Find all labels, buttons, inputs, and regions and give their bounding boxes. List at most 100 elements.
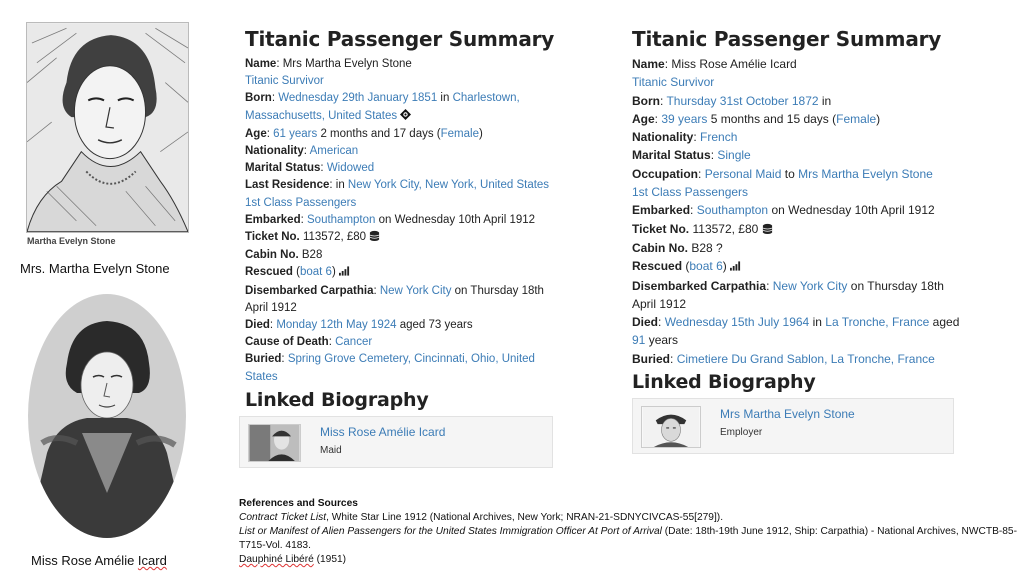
died-place-link[interactable]: La Tronche, France xyxy=(825,315,929,329)
died-label: Died xyxy=(245,319,270,332)
class-row: 1st Class Passengers xyxy=(245,195,555,212)
map-marker-icon[interactable] xyxy=(400,108,412,126)
reference-title: Dauphiné Libéré xyxy=(239,554,314,565)
buried-link[interactable]: Spring Grove Cemetery, Cincinnati, Ohio,… xyxy=(245,353,535,382)
age-close-paren: ) xyxy=(478,127,483,140)
died-row: Died: Monday 12th May 1924 aged 73 years xyxy=(245,319,473,332)
rescued-boat-link[interactable]: boat 6 xyxy=(300,266,332,278)
linked-biography-title: Linked Biography xyxy=(632,371,816,394)
name-label: Name xyxy=(245,58,277,70)
born-date-link[interactable]: Wednesday 29th January 1851 xyxy=(278,92,437,104)
age-years-link[interactable]: 39 years xyxy=(661,112,707,126)
rescued-close-paren: ) xyxy=(722,259,727,274)
embarked-row: Embarked: Southampton on Wednesday 10th … xyxy=(632,203,935,218)
died-age-link[interactable]: 91 xyxy=(632,333,645,347)
nationality-link[interactable]: American xyxy=(310,145,359,157)
age-label: Age xyxy=(245,127,267,140)
occupation-to-text: to xyxy=(784,166,795,181)
embarked-port-link[interactable]: Southampton xyxy=(307,214,375,226)
died-rest-text: aged 73 years xyxy=(399,319,473,332)
reference-title: List or Manifest of Alien Passengers for… xyxy=(239,526,662,537)
coins-icon[interactable] xyxy=(369,230,380,247)
ticket-label: Ticket No. xyxy=(632,221,690,236)
signal-bars-icon[interactable] xyxy=(339,265,350,282)
references-title: References and Sources xyxy=(239,498,358,509)
signal-bars-icon[interactable] xyxy=(730,258,741,276)
residence-link[interactable]: New York City, New York, United States xyxy=(348,179,549,191)
age-label: Age xyxy=(632,111,655,126)
cabin-label: Cabin No. xyxy=(245,249,299,262)
born-label: Born xyxy=(245,92,272,105)
reference-detail: , White Star Line 1912 (National Archive… xyxy=(326,512,724,523)
caption-surname-text: Icard xyxy=(137,553,167,568)
marital-link[interactable]: Widowed xyxy=(327,162,374,174)
born-row: Born: Thursday 31st October 1872 in xyxy=(632,93,832,108)
summary-title: Titanic Passenger Summary xyxy=(632,27,942,51)
cause-link[interactable]: Cancer xyxy=(335,336,372,348)
survivor-row: Titanic Survivor xyxy=(632,73,962,91)
linked-biography-card[interactable]: Miss Rose Amélie Icard Maid xyxy=(239,415,553,468)
embarked-port-link[interactable]: Southampton xyxy=(697,203,768,217)
age-row: Age: 61 years 2 months and 17 days (Fema… xyxy=(245,127,483,140)
born-date-link[interactable]: Thursday 31st October 1872 xyxy=(666,94,818,108)
linked-biography-thumbnail[interactable] xyxy=(641,406,701,449)
name-row: Name: Miss Rose Amélie Icard xyxy=(632,57,797,71)
ticket-row: Ticket No. 113572, £80 xyxy=(245,229,555,247)
embarked-label: Embarked xyxy=(245,213,301,226)
oval-portrait-image xyxy=(27,293,187,540)
marital-label: Marital Status xyxy=(632,148,711,163)
ticket-value: 113572, £80 xyxy=(692,221,759,236)
age-years-link[interactable]: 61 years xyxy=(273,128,317,140)
reference-title: Contract Ticket List xyxy=(239,512,327,523)
marital-link[interactable]: Single xyxy=(717,148,750,162)
rescued-close-paren: ) xyxy=(331,266,336,279)
class-link[interactable]: 1st Class Passengers xyxy=(245,197,356,209)
died-in-text: in xyxy=(812,315,822,330)
buried-row: Buried: Spring Grove Cemetery, Cincinnat… xyxy=(245,353,535,383)
gender-link[interactable]: Female xyxy=(441,128,479,140)
employer-link[interactable]: Mrs Martha Evelyn Stone xyxy=(798,167,933,181)
residence-label: Last Residence xyxy=(245,179,330,192)
died-date-link[interactable]: Monday 12th May 1924 xyxy=(276,319,396,331)
reference-item: Dauphiné Libéré (1951) xyxy=(239,553,1019,567)
linked-biography-card[interactable]: Mrs Martha Evelyn Stone Employer xyxy=(632,398,954,455)
buried-label: Buried xyxy=(245,353,282,366)
born-in-text: in xyxy=(440,92,450,105)
age-row: Age: 39 years 5 months and 15 days (Fema… xyxy=(632,111,881,126)
survivor-link[interactable]: Titanic Survivor xyxy=(632,75,714,89)
rescued-label: Rescued xyxy=(632,259,683,274)
buried-link[interactable]: Cimetiere Du Grand Sablon, La Tronche, F… xyxy=(677,352,935,366)
born-row: Born: Wednesday 29th January 1851 in Cha… xyxy=(245,90,555,125)
died-date-link[interactable]: Wednesday 15th July 1964 xyxy=(665,315,810,329)
occupation-link[interactable]: Personal Maid xyxy=(705,167,782,181)
cabin-label: Cabin No. xyxy=(632,240,688,255)
ticket-label: Ticket No. xyxy=(245,231,300,244)
nationality-row: Nationality: American xyxy=(245,145,359,158)
disembarked-label: Disembarked Carpathia xyxy=(632,278,767,293)
gender-link[interactable]: Female xyxy=(836,112,876,126)
portrait-inscription: Martha Evelyn Stone xyxy=(27,236,116,246)
ticket-row: Ticket No. 113572, £80 xyxy=(632,220,962,239)
linked-biography-name-link[interactable]: Miss Rose Amélie Icard xyxy=(320,425,445,439)
name-value: Mrs Martha Evelyn Stone xyxy=(282,58,412,70)
passenger-summary-icard: Titanic Passenger Summary Name: Miss Ros… xyxy=(632,27,962,455)
rescued-row: Rescued (boat 6) xyxy=(245,264,555,282)
disembarked-city-link[interactable]: New York City xyxy=(773,279,848,293)
coins-icon[interactable] xyxy=(762,221,773,239)
nationality-link[interactable]: French xyxy=(700,130,737,144)
died-aged-text: aged xyxy=(932,315,960,330)
caption-name-text: Miss Rose Amélie xyxy=(31,553,138,568)
age-close-paren: ) xyxy=(876,111,881,126)
buried-row: Buried: Cimetiere Du Grand Sablon, La Tr… xyxy=(632,351,935,366)
disembarked-city-link[interactable]: New York City xyxy=(380,285,452,297)
survivor-link[interactable]: Titanic Survivor xyxy=(245,75,324,87)
linked-biography-name-link[interactable]: Mrs Martha Evelyn Stone xyxy=(720,407,855,421)
died-years-text: years xyxy=(648,333,679,348)
linked-biography-thumbnail[interactable] xyxy=(248,423,301,462)
class-link[interactable]: 1st Class Passengers xyxy=(632,185,748,199)
residence-in-text: in xyxy=(335,179,345,192)
born-label: Born xyxy=(632,93,660,108)
rescued-boat-link[interactable]: boat 6 xyxy=(689,259,722,273)
cabin-value: B28 xyxy=(301,249,323,262)
name-row: Name: Mrs Martha Evelyn Stone xyxy=(245,58,412,70)
